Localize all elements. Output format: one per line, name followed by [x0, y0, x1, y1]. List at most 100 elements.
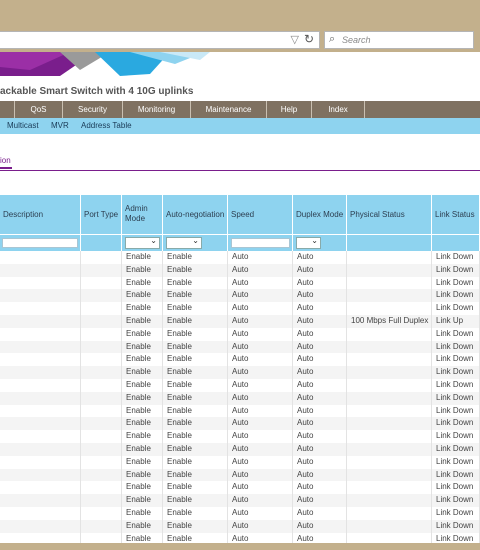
cell-port-type: [81, 378, 122, 392]
cell-speed: Auto: [228, 404, 293, 418]
table-row[interactable]: Enable Enable Auto Auto Link Down: [0, 468, 480, 482]
cell-link-status: Link Down: [432, 353, 480, 367]
table-row[interactable]: Enable Enable Auto Auto Link Down: [0, 378, 480, 392]
cell-admin-mode: Enable: [122, 532, 163, 543]
cell-admin-mode: Enable: [122, 366, 163, 379]
filter-cell-physical-status: [347, 235, 432, 251]
cell-admin-mode: Enable: [122, 506, 163, 520]
cell-admin-mode: Enable: [122, 519, 163, 533]
subnav-item-multicast[interactable]: Multicast: [7, 118, 39, 134]
cell-speed: Auto: [228, 417, 293, 431]
cell-link-status: Link Down: [432, 494, 480, 507]
cell-auto-negotiation: Enable: [163, 289, 228, 303]
cell-link-status: Link Down: [432, 289, 480, 303]
cell-port-type: [81, 442, 122, 456]
cell-admin-mode: Enable: [122, 276, 163, 290]
cell-port-type: [81, 455, 122, 469]
table-row[interactable]: Enable Enable Auto Auto Link Down: [0, 430, 480, 443]
page-content: ackable Smart Switch with 4 10G uplinks …: [0, 52, 480, 543]
cell-speed: Auto: [228, 481, 293, 495]
cell-link-status: Link Down: [432, 532, 480, 543]
nav-item-qos[interactable]: QoS: [15, 101, 63, 118]
cell-duplex-mode: Auto: [293, 289, 347, 303]
cell-auto-negotiation: Enable: [163, 391, 228, 405]
table-row[interactable]: Enable Enable Auto Auto Link Down: [0, 519, 480, 533]
cell-physical-status: [347, 302, 432, 315]
table-row[interactable]: Enable Enable Auto Auto 100 Mbps Full Duplex…: [0, 314, 480, 328]
cell-link-status: Link Down: [432, 340, 480, 354]
cell-auto-negotiation: Enable: [163, 251, 228, 264]
cell-description: [0, 532, 81, 543]
table-row[interactable]: Enable Enable Auto Auto Link Down: [0, 251, 480, 264]
cell-duplex-mode: Auto: [293, 366, 347, 379]
reload-icon[interactable]: ↻: [304, 32, 314, 46]
subnav-item-mvr[interactable]: MVR: [51, 118, 69, 134]
table-row[interactable]: Enable Enable Auto Auto Link Down: [0, 366, 480, 379]
table-row[interactable]: Enable Enable Auto Auto Link Down: [0, 455, 480, 469]
search-bar[interactable]: ⌕ Search: [324, 31, 474, 49]
cell-duplex-mode: Auto: [293, 327, 347, 341]
cell-auto-negotiation: Enable: [163, 481, 228, 495]
cell-port-type: [81, 481, 122, 495]
table-row[interactable]: Enable Enable Auto Auto Link Down: [0, 263, 480, 277]
auto-negotiation-select[interactable]: ⌄: [166, 236, 202, 249]
cell-port-type: [81, 391, 122, 405]
description-filter-input[interactable]: [2, 238, 78, 248]
col-physical-status: Physical Status: [347, 195, 432, 234]
table-row[interactable]: Enable Enable Auto Auto Link Down: [0, 391, 480, 405]
nav-item-maintenance[interactable]: Maintenance: [191, 101, 267, 118]
cell-port-type: [81, 340, 122, 354]
chevron-down-icon: ⌄: [192, 236, 199, 245]
table-row[interactable]: Enable Enable Auto Auto Link Down: [0, 404, 480, 418]
table-row[interactable]: Enable Enable Auto Auto Link Down: [0, 442, 480, 456]
cell-speed: Auto: [228, 327, 293, 341]
table-row[interactable]: Enable Enable Auto Auto Link Down: [0, 353, 480, 367]
window-frame-bottom: [0, 543, 480, 550]
table-row[interactable]: Enable Enable Auto Auto Link Down: [0, 302, 480, 315]
subnav-item-address-table[interactable]: Address Table: [81, 118, 132, 134]
cell-link-status: Link Up: [432, 314, 480, 328]
cell-physical-status: [347, 366, 432, 379]
tab-label[interactable]: ion: [0, 156, 11, 165]
cell-admin-mode: Enable: [122, 327, 163, 341]
table-row[interactable]: Enable Enable Auto Auto Link Down: [0, 327, 480, 341]
table-row[interactable]: Enable Enable Auto Auto Link Down: [0, 276, 480, 290]
cell-speed: Auto: [228, 276, 293, 290]
cell-duplex-mode: Auto: [293, 353, 347, 367]
cell-auto-negotiation: Enable: [163, 404, 228, 418]
admin-mode-select[interactable]: ⌄: [125, 236, 160, 249]
page-title: ackable Smart Switch with 4 10G uplinks: [0, 86, 194, 97]
nav-item-security[interactable]: Security: [63, 101, 123, 118]
cell-auto-negotiation: Enable: [163, 519, 228, 533]
cell-port-type: [81, 314, 122, 328]
table-body: Enable Enable Auto Auto Link Down Enable Enabl…: [0, 251, 480, 543]
url-bar[interactable]: ▽ ↻: [0, 31, 320, 49]
nav-item-cut[interactable]: [0, 101, 15, 118]
cell-speed: Auto: [228, 494, 293, 507]
cell-description: [0, 251, 81, 264]
cell-description: [0, 289, 81, 303]
col-description: Description: [0, 195, 81, 234]
history-dropdown-icon[interactable]: ▽: [291, 33, 299, 46]
table-row[interactable]: Enable Enable Auto Auto Link Down: [0, 494, 480, 507]
table-row[interactable]: Enable Enable Auto Auto Link Down: [0, 340, 480, 354]
nav-item-index[interactable]: Index: [312, 101, 365, 118]
cell-admin-mode: Enable: [122, 353, 163, 367]
table-row[interactable]: Enable Enable Auto Auto Link Down: [0, 289, 480, 303]
filter-cell-speed: [228, 235, 293, 251]
nav-item-monitoring[interactable]: Monitoring: [123, 101, 191, 118]
cell-physical-status: 100 Mbps Full Duplex: [347, 314, 432, 328]
nav-item-help[interactable]: Help: [267, 101, 312, 118]
cell-description: [0, 481, 81, 495]
cell-duplex-mode: Auto: [293, 417, 347, 431]
table-row[interactable]: Enable Enable Auto Auto Link Down: [0, 532, 480, 543]
search-placeholder: Search: [342, 35, 371, 45]
cell-admin-mode: Enable: [122, 417, 163, 431]
speed-filter-input[interactable]: [231, 238, 290, 248]
cell-admin-mode: Enable: [122, 340, 163, 354]
duplex-mode-select[interactable]: ⌄: [296, 236, 321, 249]
table-row[interactable]: Enable Enable Auto Auto Link Down: [0, 481, 480, 495]
table-row[interactable]: Enable Enable Auto Auto Link Down: [0, 417, 480, 431]
table-row[interactable]: Enable Enable Auto Auto Link Down: [0, 506, 480, 520]
cell-physical-status: [347, 276, 432, 290]
